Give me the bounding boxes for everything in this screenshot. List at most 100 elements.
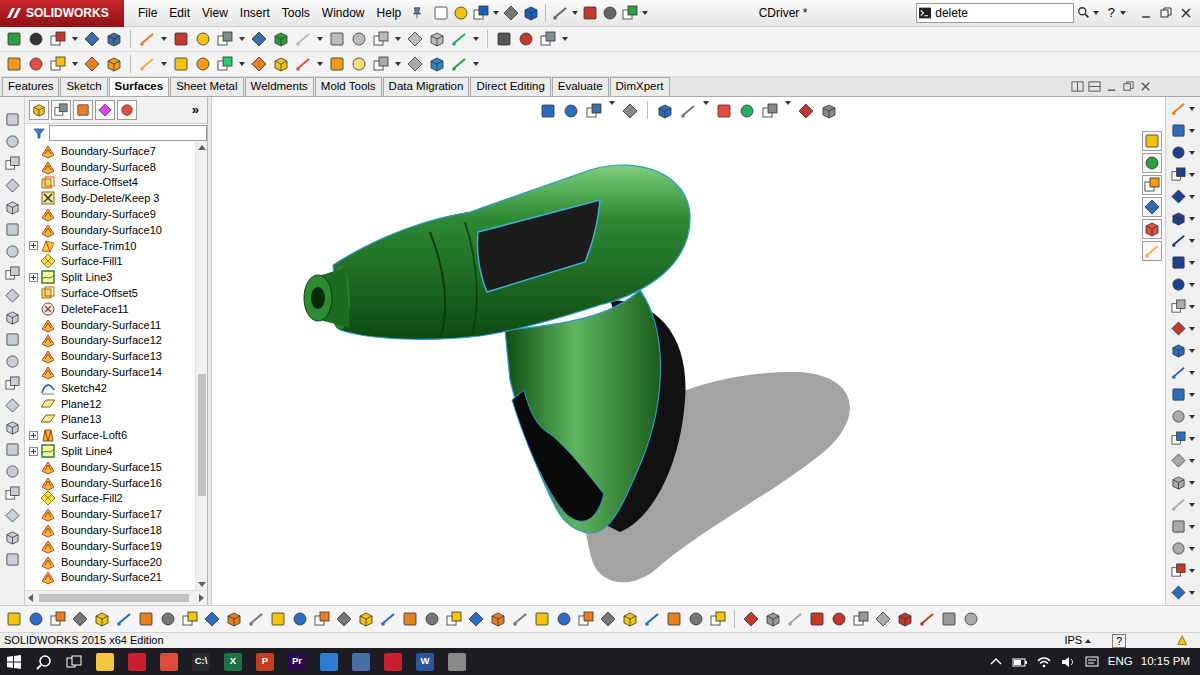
toolbar-button[interactable]	[293, 29, 313, 49]
toolbar-button[interactable]	[580, 3, 600, 23]
toolbar-button[interactable]	[427, 54, 447, 74]
view-tool-button[interactable]	[3, 133, 21, 150]
selection-filter-button[interactable]	[224, 609, 244, 629]
panel-tab[interactable]	[51, 100, 71, 120]
menu-item[interactable]: Window	[316, 4, 371, 22]
selection-filter-button[interactable]	[488, 609, 508, 629]
dropdown-arrow-icon[interactable]	[703, 101, 709, 105]
view-button[interactable]	[561, 101, 581, 121]
task-pane-tab[interactable]	[1142, 175, 1162, 195]
sketch-tool[interactable]	[1169, 429, 1197, 448]
taskbar-app[interactable]	[320, 653, 338, 671]
dropdown-arrow-icon[interactable]	[1189, 371, 1195, 375]
selection-filter-button[interactable]	[444, 609, 464, 629]
view-tool-button[interactable]	[3, 529, 21, 546]
toolbar-button[interactable]	[501, 3, 521, 23]
dropdown-arrow-icon[interactable]	[1189, 503, 1195, 507]
pin-button[interactable]	[407, 3, 427, 23]
toolbar-button[interactable]	[449, 54, 469, 74]
selection-filter-button[interactable]	[598, 609, 618, 629]
taskbar-app[interactable]: X	[224, 653, 242, 671]
command-tab[interactable]: DimXpert	[610, 77, 670, 96]
toolbar-button[interactable]	[293, 54, 313, 74]
units-arrow-icon[interactable]	[1085, 639, 1091, 643]
menu-item[interactable]: Edit	[163, 4, 196, 22]
selection-filter-button[interactable]	[686, 609, 706, 629]
command-tab[interactable]: Features	[2, 77, 59, 96]
selection-filter-button[interactable]	[356, 609, 376, 629]
toolbar-button[interactable]	[215, 54, 235, 74]
dropdown-arrow-icon[interactable]	[562, 37, 568, 41]
dropdown-arrow-icon[interactable]	[1189, 239, 1195, 243]
selection-filter-button[interactable]	[136, 609, 156, 629]
toolbar-button[interactable]	[171, 54, 191, 74]
dropdown-arrow-icon[interactable]	[1189, 107, 1195, 111]
drill-model[interactable]	[212, 97, 1165, 605]
tree-item[interactable]: Boundary-Surface12	[25, 333, 195, 349]
toolbar-button[interactable]	[26, 29, 46, 49]
toolbar-button[interactable]	[193, 29, 213, 49]
view-tool-button[interactable]	[3, 507, 21, 524]
selection-filter-button[interactable]	[290, 609, 310, 629]
expand-toggle[interactable]	[29, 447, 38, 456]
dropdown-arrow-icon[interactable]	[1189, 437, 1195, 441]
volume-button[interactable]	[1060, 654, 1076, 670]
selection-filter-button[interactable]	[873, 609, 893, 629]
view-tool-button[interactable]	[3, 375, 21, 392]
dropdown-arrow-icon[interactable]	[1189, 349, 1195, 353]
taskbar-app[interactable]	[128, 653, 146, 671]
tree-item[interactable]: Surface-Offset5	[25, 285, 195, 301]
dropdown-arrow-icon[interactable]	[1189, 591, 1195, 595]
scroll-up-icon[interactable]	[198, 145, 206, 150]
dropdown-arrow-icon[interactable]	[1189, 283, 1195, 287]
menu-item[interactable]: Help	[371, 4, 408, 22]
view-button[interactable]	[584, 101, 604, 121]
search-button[interactable]	[36, 654, 52, 670]
scroll-left-icon[interactable]	[28, 594, 33, 602]
menu-item[interactable]: Tools	[276, 4, 316, 22]
toolbar-button[interactable]	[550, 3, 570, 23]
taskbar-app[interactable]	[448, 653, 466, 671]
battery-button[interactable]	[1012, 654, 1028, 670]
sketch-tool[interactable]	[1169, 297, 1197, 316]
toolbar-button[interactable]	[137, 54, 157, 74]
view-button[interactable]	[737, 101, 757, 121]
toolbar-button[interactable]	[1169, 473, 1187, 492]
selection-filter-button[interactable]	[26, 609, 46, 629]
dropdown-arrow-icon[interactable]	[1189, 173, 1195, 177]
dropdown-arrow-icon[interactable]	[1189, 525, 1195, 529]
scroll-right-icon[interactable]	[199, 594, 204, 602]
more-button[interactable]: »	[192, 100, 203, 120]
toolbar-button[interactable]	[1169, 231, 1187, 250]
selection-filter-button[interactable]	[312, 609, 332, 629]
tree-item[interactable]: Boundary-Surface16	[25, 475, 195, 491]
tree-item[interactable]: Surface-Fill1	[25, 254, 195, 270]
toolbar-button[interactable]	[1169, 121, 1187, 140]
toolbar-button[interactable]	[1169, 517, 1187, 536]
toolbar-button[interactable]	[1169, 583, 1187, 602]
toolbar-button[interactable]	[1169, 209, 1187, 228]
toolbar-button[interactable]	[4, 29, 24, 49]
toolbar-button[interactable]	[1169, 561, 1187, 580]
toolbar-button[interactable]	[538, 29, 558, 49]
command-tab[interactable]: Weldments	[245, 77, 314, 96]
tree-item[interactable]: Boundary-Surface21	[25, 570, 195, 586]
vertical-scrollbar[interactable]	[195, 142, 207, 590]
sketch-tool[interactable]	[1169, 495, 1197, 514]
dropdown-arrow-icon[interactable]	[161, 37, 167, 41]
view-tool-button[interactable]	[3, 397, 21, 414]
tree-item[interactable]: Boundary-Surface20	[25, 554, 195, 570]
view-tool-button[interactable]	[3, 485, 21, 502]
sketch-tool[interactable]	[1169, 473, 1197, 492]
expand-toggle[interactable]	[29, 273, 38, 282]
toolbar-button[interactable]	[171, 29, 191, 49]
notification-button[interactable]	[1084, 654, 1100, 670]
units-label[interactable]: IPS	[1064, 632, 1082, 649]
selection-filter-button[interactable]	[642, 609, 662, 629]
sketch-tool[interactable]	[1169, 517, 1197, 536]
task-pane-tab[interactable]	[1142, 197, 1162, 217]
dropdown-arrow-icon[interactable]	[1189, 415, 1195, 419]
toolbar-button[interactable]	[193, 54, 213, 74]
view-button[interactable]	[819, 101, 839, 121]
dropdown-arrow-icon[interactable]	[609, 101, 615, 105]
